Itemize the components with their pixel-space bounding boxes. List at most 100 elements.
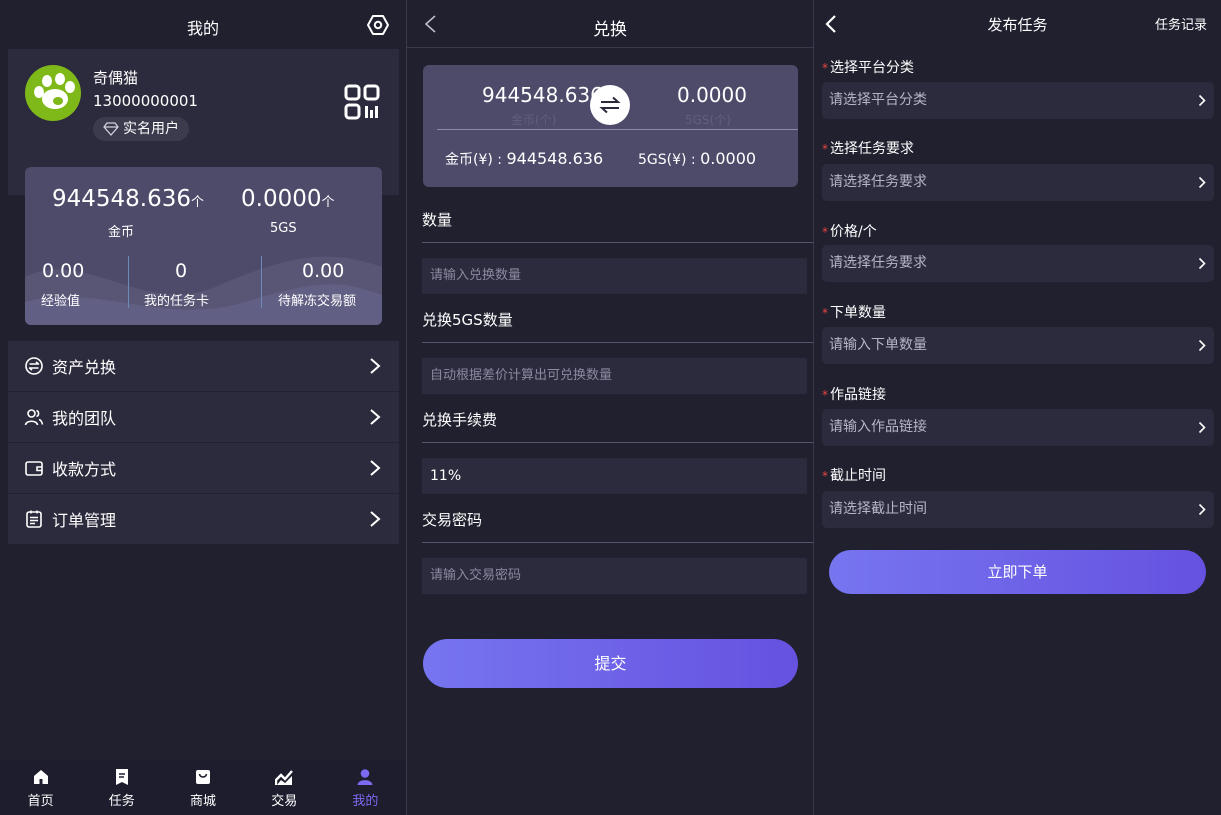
chevron-right-icon [1198,176,1206,189]
field-placeholder: 请选择任务要求 [829,255,927,271]
exp-label: 经验值 [41,294,81,309]
task-record-link[interactable]: 任务记录 [1155,14,1207,33]
bottom-tab-bar: 首页 任务 商城 交易 我的 [0,760,406,815]
badge-label: 实名用户 [123,121,179,137]
asset-stats-card: 944548.636个 金币 0.0000个 5GS 0.00 经验值 0 我的… [25,167,382,325]
to-unit: 5GS(个) [685,113,731,127]
swap-button[interactable] [590,85,630,125]
price-select[interactable]: 请选择任务要求 [822,245,1214,282]
page-title: 兑换 [593,20,627,40]
menu-item-label: 我的团队 [52,409,117,428]
trade-chart-icon [275,770,294,785]
task-icon [115,769,128,785]
paw-icon [34,73,75,109]
tab-task[interactable]: 任务 [81,760,162,815]
tab-trade[interactable]: 交易 [244,760,325,815]
swap-arrows-icon [599,96,621,114]
password-input[interactable]: 请输入交易密码 [422,558,807,594]
page-title: 我的 [186,19,219,38]
tab-mine[interactable]: 我的 [325,760,406,815]
team-icon [24,409,44,426]
quantity-input[interactable]: 请输入兑换数量 [422,258,807,294]
tab-home[interactable]: 首页 [0,760,81,815]
password-label: 交易密码 [422,511,483,529]
sgs-amount: 0.0000个 [241,186,335,212]
order-quantity-input[interactable]: 请输入下单数量 [822,327,1214,364]
field-label-deadline: * 截止时间 [822,468,886,484]
mine-menu: 资产兑换 我的团队 收款方式 订单管理 [8,341,399,545]
gold-amount: 944548.636个 [52,186,205,212]
exchange-header: 兑换 [407,0,813,48]
menu-item-payment-methods[interactable]: 收款方式 [8,443,399,494]
platform-select[interactable]: 请选择平台分类 [822,82,1214,119]
fee-label: 兑换手续费 [422,411,498,429]
field-placeholder: 请输入作品链接 [829,419,927,435]
to-balance: 5GS(¥) : 0.0000 [638,149,757,168]
user-icon [357,769,373,785]
chevron-right-icon [1198,339,1206,352]
fee-value: 11% [422,458,807,494]
screens-root: 我的 奇偶猫 13000000001 实名用户 944548.636个 金币 0… [0,0,1221,815]
publish-task-screen: 发布任务 任务记录 * 选择平台分类 请选择平台分类 * 选择任务要求 请选择任务要… [814,0,1221,815]
user-phone: 13000000001 [93,92,198,110]
from-amount: 944548.636 [482,83,603,107]
field-label-order-quantity: * 下单数量 [822,305,886,321]
exchange-screen: 兑换 944548.636 金币(个) 0.0000 5GS(个) 金币(¥) … [407,0,813,815]
qr-code-icon[interactable] [344,84,380,120]
stats-divider [128,256,129,308]
user-name: 奇偶猫 [93,69,139,87]
exchange-icon [25,357,43,375]
home-icon [33,770,48,784]
card-divider [437,129,798,130]
sgs-quantity-input[interactable]: 自动根据差价计算出可兑换数量 [422,358,807,394]
place-order-button[interactable]: 立即下单 [829,550,1206,594]
from-balance: 金币(¥) : 944548.636 [445,149,604,168]
diamond-icon [103,122,119,136]
chevron-right-icon [1198,503,1206,516]
chevron-right-icon [370,460,381,476]
field-placeholder: 请选择任务要求 [829,174,927,190]
avatar[interactable] [25,65,81,121]
chevron-right-icon [1198,94,1206,107]
field-placeholder: 请选择平台分类 [829,92,927,108]
field-divider [422,242,813,243]
gold-label: 金币 [108,225,135,240]
taskcard-value: 0 [175,260,188,282]
menu-item-label: 收款方式 [52,460,117,479]
requirement-select[interactable]: 请选择任务要求 [822,164,1214,201]
submit-button[interactable]: 提交 [423,639,798,688]
field-label-work-link: * 作品链接 [822,387,886,403]
mine-screen: 我的 奇偶猫 13000000001 实名用户 944548.636个 金币 0… [0,0,406,815]
taskcard-label: 我的任务卡 [144,294,210,309]
field-label-platform: * 选择平台分类 [822,60,914,76]
quantity-label: 数量 [422,211,453,229]
field-placeholder: 请输入下单数量 [829,337,927,353]
stats-divider [261,256,262,308]
chevron-right-icon [370,511,381,527]
mine-header: 我的 [0,0,406,50]
field-divider [422,342,813,343]
frozen-value: 0.00 [302,260,345,282]
sgs-quantity-label: 兑换5GS数量 [422,311,513,329]
tab-label: 交易 [271,794,298,809]
chevron-right-icon [1198,257,1206,270]
tab-shop[interactable]: 商城 [162,760,243,815]
tab-label: 首页 [27,794,54,809]
menu-item-label: 订单管理 [52,511,117,530]
gear-icon[interactable] [366,13,390,37]
deadline-select[interactable]: 请选择截止时间 [822,491,1214,528]
tab-label: 任务 [108,794,135,809]
menu-item-order-management[interactable]: 订单管理 [8,494,399,545]
field-label-price: * 价格/个 [822,224,877,240]
wallet-icon [25,461,43,476]
menu-item-asset-exchange[interactable]: 资产兑换 [8,341,399,392]
to-amount: 0.0000 [677,83,747,107]
sgs-label: 5GS [270,221,297,236]
menu-item-label: 资产兑换 [52,358,117,377]
order-list-icon [26,510,42,528]
from-unit: 金币(个) [511,113,557,127]
menu-item-my-team[interactable]: 我的团队 [8,392,399,443]
chevron-right-icon [1198,421,1206,434]
exchange-summary-card: 944548.636 金币(个) 0.0000 5GS(个) 金币(¥) : 9… [423,65,798,187]
work-link-input[interactable]: 请输入作品链接 [822,409,1214,446]
